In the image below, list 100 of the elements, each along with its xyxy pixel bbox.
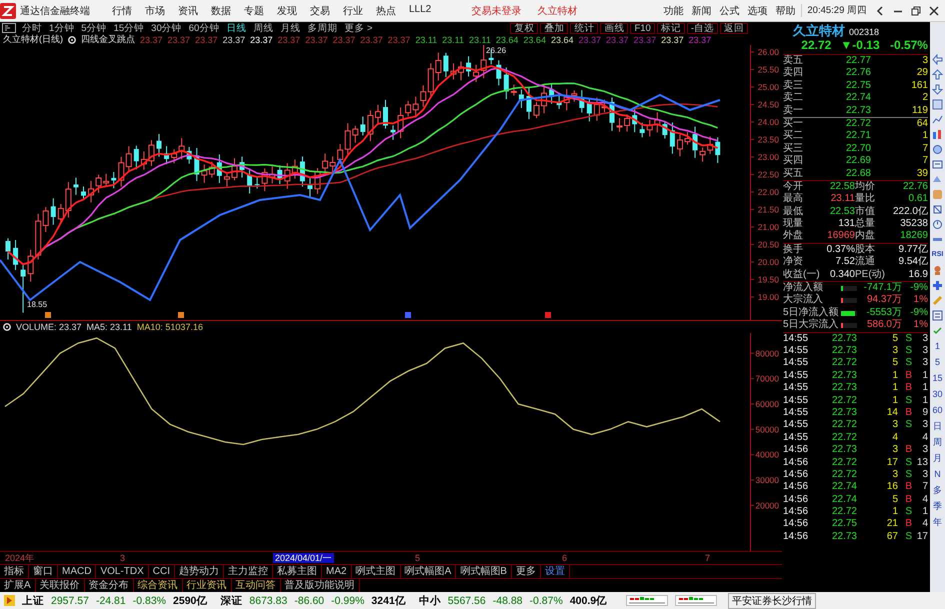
arrow-left-icon[interactable] [932,54,943,65]
app-logo-icon[interactable] [0,2,16,18]
menu-item[interactable]: 专题 [244,4,264,18]
chart-tool-icon[interactable] [932,204,943,215]
period-tab[interactable]: 5分钟 [81,22,107,34]
indicator-tab[interactable]: 窗口 [29,565,58,578]
menu-item[interactable]: 发现 [277,4,297,18]
period-tab[interactable]: 60分钟 [188,22,220,34]
period-button[interactable]: N [934,468,941,480]
period-button[interactable]: 30 [932,388,942,400]
stat-label: 现量 [783,218,804,230]
indicator-tab[interactable]: CCI [148,565,176,578]
menu-item[interactable]: 公式 [719,4,740,18]
chart-tool-icon[interactable] [932,310,943,321]
indicator-value: 23.37 [305,34,328,44]
indicator-tab[interactable]: 趋势动力 [175,565,224,578]
indicator-tab[interactable]: 私募主图 [273,565,322,578]
menu-item[interactable]: 帮助 [775,4,796,18]
chart-tool-icon[interactable] [932,114,943,125]
menu-item[interactable]: 市场 [145,4,165,18]
period-button[interactable]: 1 [934,340,940,352]
period-button[interactable]: 60 [932,404,942,416]
stock-link[interactable]: 久立特材 [537,4,578,18]
period-tab[interactable]: 月线 [280,22,300,34]
restore-icon[interactable] [911,6,921,16]
indicator-tab[interactable]: 设置 [540,565,570,578]
period-button[interactable]: 年 [933,516,942,528]
indicator-tab[interactable]: MA2 [322,565,352,578]
chart-type-icon[interactable] [2,23,16,33]
tick-price: 22.72 [830,419,857,432]
period-button[interactable]: 多 [933,484,942,496]
tick-price: 22.72 [830,468,857,482]
indicator-tab[interactable]: 指标 [0,565,29,578]
event-marker-icon [405,312,411,318]
toolbar-button[interactable]: 复权 [510,22,538,34]
settings-icon[interactable] [68,36,76,44]
arrow-up-icon[interactable] [932,69,943,80]
indicator-value: 23.37 [634,34,656,44]
date-label: 2024/04/01/一 [273,553,334,563]
close-icon[interactable] [929,6,939,16]
chart-tool-icon[interactable] [932,144,943,155]
tick-side: S [904,332,912,345]
price-axis-label: 22.00 [758,187,779,197]
order-volume: 119 [911,104,928,117]
menu-item[interactable]: 资讯 [178,4,198,18]
toolbar-button[interactable]: F10 [630,22,655,34]
indicator-tab[interactable]: 更多 [512,565,541,578]
indicator-tab[interactable]: VOL-TDX [96,565,149,578]
market-icon[interactable] [4,595,15,606]
chart-tool-icon[interactable] [932,325,943,336]
menu-item[interactable]: 热点 [376,4,396,18]
indicator-tab[interactable]: MACD [58,565,96,578]
toolbar-button[interactable]: -自选 [686,22,718,34]
period-tab[interactable]: 更多 > [344,22,373,34]
chart-tool-icon[interactable] [932,280,943,291]
indicator-tab[interactable]: 咧式幅图A [400,565,456,578]
period-tab[interactable]: 1分钟 [49,22,74,34]
period-button[interactable]: 日 [933,420,942,432]
tick-volume: 5 [891,332,898,345]
menu-item[interactable]: 功能 [663,4,684,18]
tick-count: 1 [921,382,928,395]
flow-percent: 1% [912,319,928,332]
period-button[interactable]: 季 [933,500,942,512]
menu-item[interactable]: 数据 [211,4,231,18]
menu-item[interactable]: 选项 [747,4,768,18]
chart-tool-icon[interactable] [932,99,943,110]
period-tab[interactable]: 30分钟 [151,22,182,34]
period-tab[interactable]: 多周期 [307,22,338,34]
chart-tool-icon[interactable] [932,159,943,170]
indicator-tab[interactable]: 咧式主图 [352,565,401,578]
menu-item[interactable]: 行业 [343,4,363,18]
tick-time: 14:55 [783,344,810,358]
chart-tool-icon[interactable] [932,219,943,230]
period-tab[interactable]: 分时 [22,22,42,34]
period-tab[interactable]: 15分钟 [114,22,144,34]
indicator-tab[interactable]: 咧式幅图B [456,565,512,578]
back-icon[interactable] [875,6,885,16]
stat-label: 量比 [855,193,876,206]
index-amount: 400.9亿 [570,594,608,608]
period-tab[interactable]: 日线 [226,22,246,34]
menu-item[interactable]: 新闻 [691,4,712,18]
period-tab[interactable]: 周线 [253,22,274,34]
menu-item[interactable]: LLL2 [409,4,432,18]
tick-count: 4 [921,518,928,531]
price-axis-label: 24.50 [758,100,779,110]
menu-item[interactable]: 交易 [310,4,330,18]
period-button[interactable]: 15 [932,372,942,384]
chart-tool-icon[interactable] [932,129,943,140]
indicator-tab[interactable]: 主力监控 [224,565,274,578]
period-button[interactable]: 5 [934,356,940,368]
chart-tool-icon[interactable] [932,265,943,276]
index-name: 中小 [418,594,441,608]
period-button[interactable]: 周 [933,436,942,448]
arrow-down-icon[interactable] [932,84,943,95]
tick-count: 3 [921,444,928,457]
tick-side: B [904,481,912,494]
menu-item[interactable]: 行情 [112,4,132,18]
tick-side: B [904,406,912,420]
settings-icon[interactable] [3,323,11,331]
period-button[interactable]: 月 [933,452,942,464]
